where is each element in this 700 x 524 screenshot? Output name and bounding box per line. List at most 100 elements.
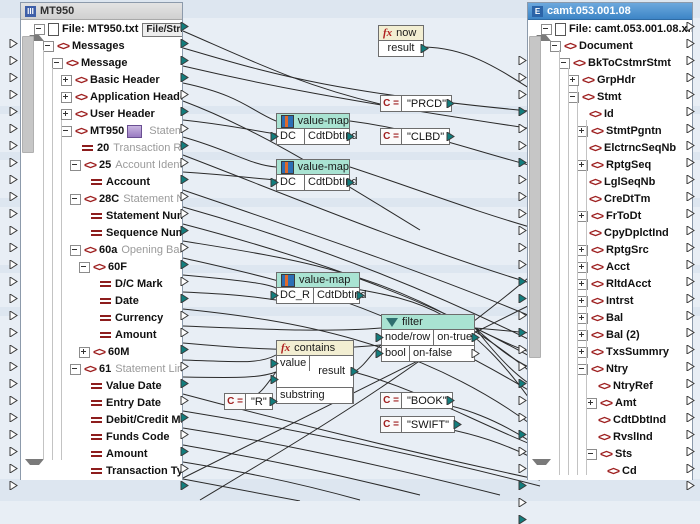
tree-node-row[interactable]: <>28CStatement Numbe xyxy=(70,191,182,208)
tree-node-row[interactable]: <>CdtDbtInd xyxy=(586,412,666,429)
function-input-connector[interactable] xyxy=(270,132,279,141)
source-input-connector[interactable] xyxy=(9,447,18,456)
constant-value[interactable]: "R" xyxy=(246,394,272,409)
expand-toggle[interactable] xyxy=(79,347,90,358)
source-input-connector[interactable] xyxy=(9,362,18,371)
tree-node-row[interactable]: <>Acct xyxy=(577,259,630,276)
target-output-connector[interactable] xyxy=(686,447,695,456)
source-input-connector[interactable] xyxy=(9,430,18,439)
function-output-connector[interactable] xyxy=(346,178,355,187)
function-output-port[interactable]: result xyxy=(310,356,353,387)
scrollbar-thumb[interactable] xyxy=(22,36,34,153)
source-output-connector[interactable] xyxy=(180,90,189,99)
target-input-connector[interactable] xyxy=(518,209,527,218)
scrollbar-thumb[interactable] xyxy=(529,36,541,358)
function-input-port[interactable]: substring xyxy=(277,388,353,403)
constant-output-connector[interactable] xyxy=(446,99,455,108)
constant-box-const-clbd[interactable]: C ="CLBD" xyxy=(380,128,450,145)
source-input-connector[interactable] xyxy=(9,124,18,133)
scroll-down-arrow[interactable] xyxy=(530,468,539,477)
target-output-connector[interactable] xyxy=(686,396,695,405)
tree-node-row[interactable]: <>Messages xyxy=(43,38,125,55)
target-output-connector[interactable] xyxy=(686,345,695,354)
function-output-port[interactable]: on-false xyxy=(410,346,474,361)
source-output-connector[interactable] xyxy=(180,158,189,167)
tree-node-row[interactable]: <>60aOpening Balance xyxy=(70,242,182,259)
expand-toggle[interactable] xyxy=(568,75,579,86)
source-output-connector[interactable] xyxy=(180,243,189,252)
tree-node-row[interactable]: <>RltdAcct xyxy=(577,276,651,293)
target-input-connector[interactable] xyxy=(518,396,527,405)
target-output-connector[interactable] xyxy=(686,226,695,235)
source-input-connector[interactable] xyxy=(9,107,18,116)
function-box-value-map-2[interactable]: value-mapDCCdtDbtInd xyxy=(276,159,350,191)
mapping-canvas[interactable]: III MT950 File: MT950.txt File/String <>… xyxy=(0,0,700,501)
function-input-port[interactable]: DC xyxy=(277,175,305,190)
tree-node-row[interactable]: <>Cd xyxy=(595,463,637,480)
tree-node-row[interactable]: D/C Mark xyxy=(88,276,163,293)
target-input-connector[interactable] xyxy=(518,345,527,354)
tree-node-row[interactable]: <>25Account Identificat xyxy=(70,157,182,174)
target-output-connector[interactable] xyxy=(686,107,695,116)
source-input-connector[interactable] xyxy=(9,90,18,99)
expand-toggle[interactable] xyxy=(70,194,81,205)
source-input-connector[interactable] xyxy=(9,277,18,286)
function-input-connector[interactable] xyxy=(270,178,279,187)
target-input-connector[interactable] xyxy=(518,175,527,184)
expand-toggle[interactable] xyxy=(61,75,72,86)
constant-box-const-book[interactable]: C ="BOOK" xyxy=(380,392,453,409)
function-input-connector[interactable] xyxy=(375,349,384,358)
target-input-connector[interactable] xyxy=(518,243,527,252)
source-input-connector[interactable] xyxy=(9,243,18,252)
tree-node-row[interactable]: <>CreDtTm xyxy=(577,191,650,208)
target-output-connector[interactable] xyxy=(686,22,695,31)
target-input-connector[interactable] xyxy=(518,192,527,201)
tree-node-row[interactable]: <>61Statement Line xyxy=(70,361,182,378)
collapse-toggle[interactable] xyxy=(541,24,552,35)
tree-node-row[interactable]: Statement Number xyxy=(79,208,182,225)
source-component-mt950[interactable]: III MT950 File: MT950.txt File/String <>… xyxy=(20,2,183,480)
expand-toggle[interactable] xyxy=(61,126,72,137)
source-output-connector[interactable] xyxy=(180,328,189,337)
function-output-connector[interactable] xyxy=(356,291,365,300)
expand-toggle[interactable] xyxy=(70,245,81,256)
function-input-connector[interactable] xyxy=(270,291,279,300)
source-input-connector[interactable] xyxy=(9,311,18,320)
tree-node-row[interactable]: Funds Code xyxy=(79,429,170,446)
expand-toggle[interactable] xyxy=(43,41,54,52)
source-output-connector[interactable] xyxy=(180,192,189,201)
scroll-down-arrow[interactable] xyxy=(23,468,32,477)
target-output-connector[interactable] xyxy=(686,175,695,184)
target-component-camt[interactable]: E camt.053.001.08 File: camt.053.001.08.… xyxy=(527,2,693,480)
source-output-connector[interactable] xyxy=(180,107,189,116)
source-input-connector[interactable] xyxy=(9,396,18,405)
function-input-port[interactable]: node/row xyxy=(382,330,434,345)
function-input-connector[interactable] xyxy=(270,359,279,368)
source-output-connector[interactable] xyxy=(180,260,189,269)
target-input-connector[interactable] xyxy=(518,260,527,269)
target-output-connector[interactable] xyxy=(686,124,695,133)
tree-node-row[interactable]: Transaction Type xyxy=(79,463,182,480)
source-output-connector[interactable] xyxy=(180,175,189,184)
constant-box-const-swift[interactable]: C ="SWIFT" xyxy=(380,416,455,433)
expand-toggle[interactable] xyxy=(52,58,63,69)
source-input-connector[interactable] xyxy=(9,294,18,303)
target-output-connector[interactable] xyxy=(686,56,695,65)
target-output-connector[interactable] xyxy=(686,39,695,48)
target-input-connector[interactable] xyxy=(518,107,527,116)
source-output-connector[interactable] xyxy=(180,226,189,235)
source-output-connector[interactable] xyxy=(180,277,189,286)
tree-node-row[interactable]: Sequence Number xyxy=(79,225,182,242)
constant-box-const-r[interactable]: C ="R" xyxy=(224,393,273,410)
source-output-connector[interactable] xyxy=(180,124,189,133)
source-input-connector[interactable] xyxy=(9,226,18,235)
source-input-connector[interactable] xyxy=(9,158,18,167)
target-output-connector[interactable] xyxy=(686,209,695,218)
source-input-connector[interactable] xyxy=(9,73,18,82)
function-output-connector[interactable] xyxy=(420,44,429,53)
expand-toggle[interactable] xyxy=(70,364,81,375)
scroll-up-arrow[interactable] xyxy=(23,23,32,32)
source-output-connector[interactable] xyxy=(180,39,189,48)
source-input-connector[interactable] xyxy=(9,481,18,490)
function-output-connector[interactable] xyxy=(346,132,355,141)
